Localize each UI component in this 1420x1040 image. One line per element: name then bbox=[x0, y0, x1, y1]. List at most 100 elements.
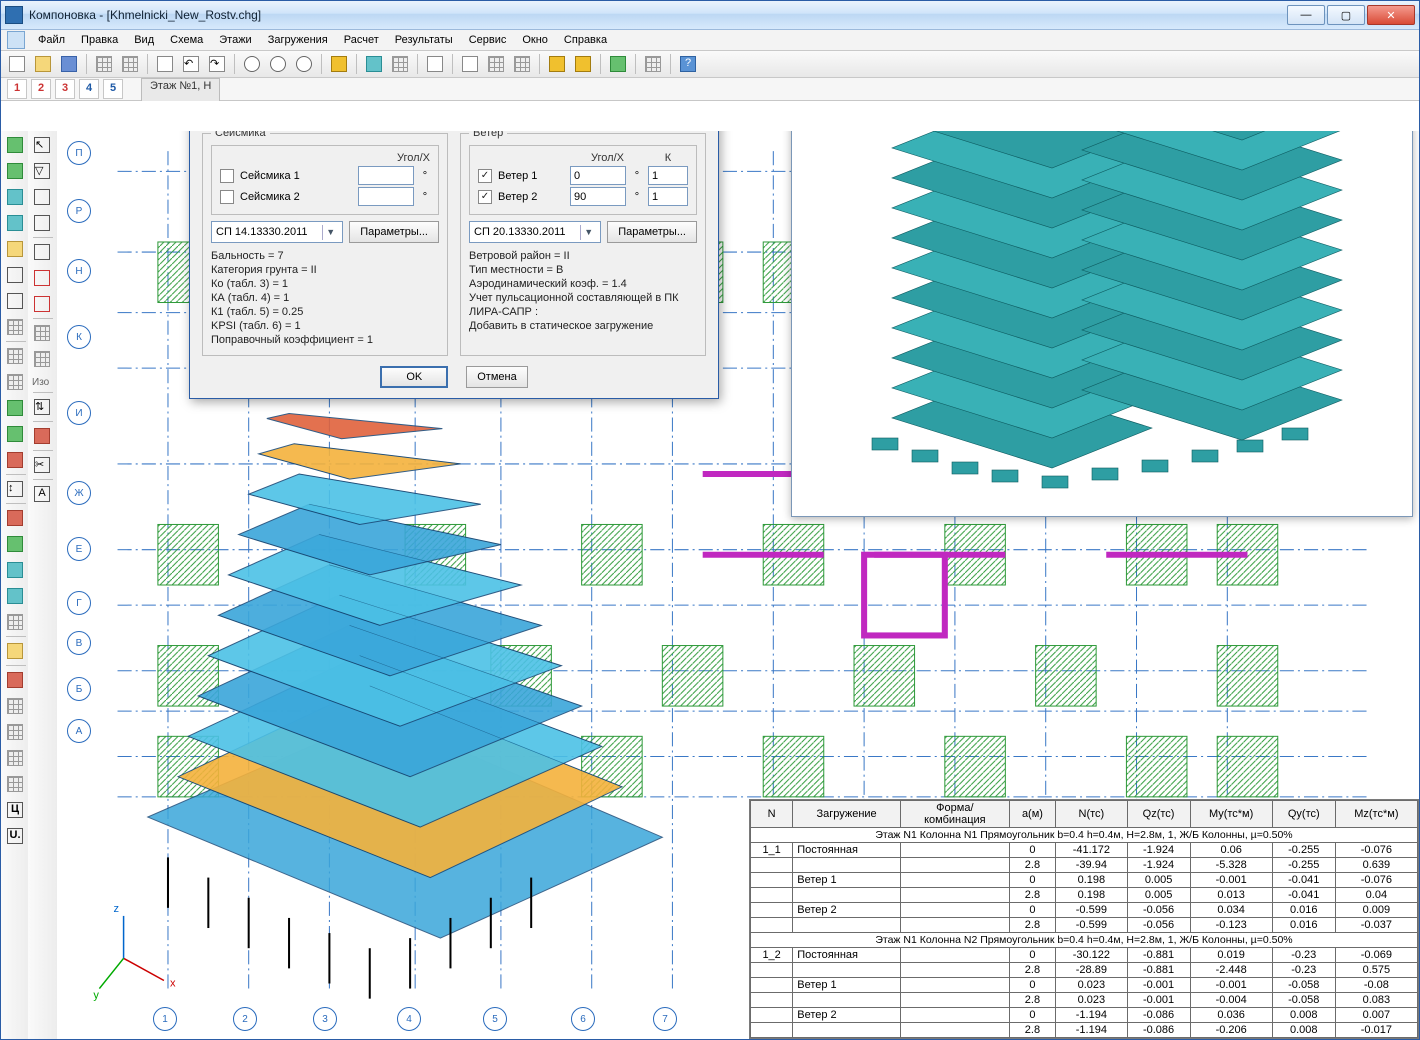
seismic1-checkbox[interactable] bbox=[220, 169, 234, 183]
bolt-icon[interactable] bbox=[545, 52, 569, 76]
a-btn-icon[interactable]: A bbox=[30, 482, 54, 506]
cursor3-icon[interactable] bbox=[30, 211, 54, 235]
run-green-icon[interactable] bbox=[3, 396, 27, 420]
panel3-icon[interactable] bbox=[3, 558, 27, 582]
door-icon[interactable] bbox=[3, 639, 27, 663]
num-1[interactable]: 1 bbox=[7, 79, 27, 99]
close-button[interactable]: ✕ bbox=[1367, 5, 1415, 25]
cancel-button[interactable]: Отмена bbox=[466, 366, 527, 388]
new-icon[interactable] bbox=[5, 52, 29, 76]
u-icon[interactable]: U. bbox=[3, 824, 27, 848]
menu-edit[interactable]: Правка bbox=[74, 32, 125, 48]
column-icon[interactable] bbox=[3, 159, 27, 183]
redo-icon[interactable]: ↷ bbox=[205, 52, 229, 76]
slab-icon[interactable] bbox=[3, 185, 27, 209]
zoom-out-icon[interactable] bbox=[266, 52, 290, 76]
save-icon[interactable] bbox=[57, 52, 81, 76]
mdi-icon[interactable] bbox=[7, 31, 25, 49]
wind2-angle-input[interactable] bbox=[570, 187, 626, 206]
filter-icon[interactable] bbox=[423, 52, 447, 76]
filter2-icon[interactable]: ▽ bbox=[30, 159, 54, 183]
zoom-all-icon[interactable] bbox=[292, 52, 316, 76]
shape3-icon[interactable] bbox=[30, 292, 54, 316]
ok-button[interactable]: OK bbox=[380, 366, 448, 388]
wind2-checkbox[interactable]: ✓ bbox=[478, 190, 492, 204]
arrows2-icon[interactable]: ⇅ bbox=[30, 395, 54, 419]
menu-loads[interactable]: Загружения bbox=[261, 32, 335, 48]
flag-red-icon[interactable] bbox=[30, 424, 54, 448]
box-icon[interactable] bbox=[458, 52, 482, 76]
num-4[interactable]: 4 bbox=[79, 79, 99, 99]
bolt2-icon[interactable] bbox=[571, 52, 595, 76]
maximize-button[interactable]: ▢ bbox=[1327, 5, 1365, 25]
wind1-checkbox[interactable]: ✓ bbox=[478, 169, 492, 183]
beam-icon[interactable] bbox=[3, 211, 27, 235]
panel2-icon[interactable] bbox=[3, 532, 27, 556]
wind-code-combo[interactable]: СП 20.13330.2011▼ bbox=[469, 221, 601, 243]
seismic-code-combo[interactable]: СП 14.13330.2011▼ bbox=[211, 221, 343, 243]
num-5[interactable]: 5 bbox=[103, 79, 123, 99]
gear-green-icon[interactable] bbox=[3, 422, 27, 446]
arrows-icon[interactable]: ↕ bbox=[3, 477, 27, 501]
menu-file[interactable]: Файл bbox=[31, 32, 72, 48]
panel5-icon[interactable] bbox=[3, 610, 27, 634]
view-red-icon[interactable] bbox=[3, 448, 27, 472]
droplet-icon[interactable] bbox=[30, 185, 54, 209]
minimize-button[interactable]: — bbox=[1287, 5, 1325, 25]
matrix-icon[interactable] bbox=[641, 52, 665, 76]
measure-icon[interactable] bbox=[3, 720, 27, 744]
help-icon[interactable]: ? bbox=[676, 52, 700, 76]
menu-window[interactable]: Окно bbox=[515, 32, 555, 48]
text-icon[interactable]: Ц bbox=[3, 798, 27, 822]
wind2-k-input[interactable] bbox=[648, 187, 688, 206]
floor-tab[interactable]: Этаж №1, Н bbox=[141, 78, 220, 101]
preview-3d-panel[interactable] bbox=[791, 131, 1413, 517]
cursor-red-icon[interactable] bbox=[3, 668, 27, 692]
select-free-icon[interactable] bbox=[118, 52, 142, 76]
num-2[interactable]: 2 bbox=[31, 79, 51, 99]
plot-icon[interactable] bbox=[606, 52, 630, 76]
wind-params-button[interactable]: Параметры... bbox=[607, 221, 697, 243]
menu-help[interactable]: Справка bbox=[557, 32, 614, 48]
cut-icon[interactable]: ✂ bbox=[30, 453, 54, 477]
wind1-angle-input[interactable] bbox=[570, 166, 626, 185]
seismic-params-button[interactable]: Параметры... bbox=[349, 221, 439, 243]
wall-icon[interactable] bbox=[3, 133, 27, 157]
cursor2-icon[interactable] bbox=[3, 694, 27, 718]
menu-service[interactable]: Сервис bbox=[462, 32, 514, 48]
cube-icon[interactable] bbox=[3, 772, 27, 796]
zoom-in-icon[interactable] bbox=[240, 52, 264, 76]
seismic1-angle-input[interactable] bbox=[358, 166, 414, 185]
results-table[interactable]: NЗагружениеФорма/комбинацияа(м)N(тс)Qz(т… bbox=[749, 799, 1419, 1039]
wind1-k-input[interactable] bbox=[648, 166, 688, 185]
pencil-icon[interactable] bbox=[327, 52, 351, 76]
panel4-icon[interactable] bbox=[3, 584, 27, 608]
dim-arrow-icon[interactable] bbox=[153, 52, 177, 76]
menu-results[interactable]: Результаты bbox=[388, 32, 460, 48]
num-3[interactable]: 3 bbox=[55, 79, 75, 99]
pointer-icon[interactable]: ↖ bbox=[30, 133, 54, 157]
bars1-icon[interactable] bbox=[30, 321, 54, 345]
grid1-icon[interactable] bbox=[3, 344, 27, 368]
bars2-icon[interactable] bbox=[30, 347, 54, 371]
seismic2-angle-input[interactable] bbox=[358, 187, 414, 206]
table2-icon[interactable] bbox=[510, 52, 534, 76]
menu-view[interactable]: Вид bbox=[127, 32, 161, 48]
seismic2-checkbox[interactable] bbox=[220, 190, 234, 204]
menu-calc[interactable]: Расчет bbox=[337, 32, 386, 48]
axis-icon[interactable] bbox=[3, 315, 27, 339]
line-icon[interactable] bbox=[3, 263, 27, 287]
layers1-icon[interactable] bbox=[362, 52, 386, 76]
menu-scheme[interactable]: Схема bbox=[163, 32, 210, 48]
layers2-icon[interactable] bbox=[388, 52, 412, 76]
line2-icon[interactable] bbox=[3, 289, 27, 313]
snap-icon[interactable] bbox=[3, 746, 27, 770]
grid2-icon[interactable] bbox=[3, 370, 27, 394]
viewport[interactable]: x y z П Р Н К И Ж Е Г В Б А 1 2 3 4 5 6 … bbox=[57, 131, 1419, 1039]
open-icon[interactable] bbox=[31, 52, 55, 76]
undo-icon[interactable]: ↶ bbox=[179, 52, 203, 76]
open-icon2[interactable] bbox=[3, 237, 27, 261]
menu-floors[interactable]: Этажи bbox=[212, 32, 258, 48]
shape1-icon[interactable] bbox=[30, 240, 54, 264]
select-rect-icon[interactable] bbox=[92, 52, 116, 76]
